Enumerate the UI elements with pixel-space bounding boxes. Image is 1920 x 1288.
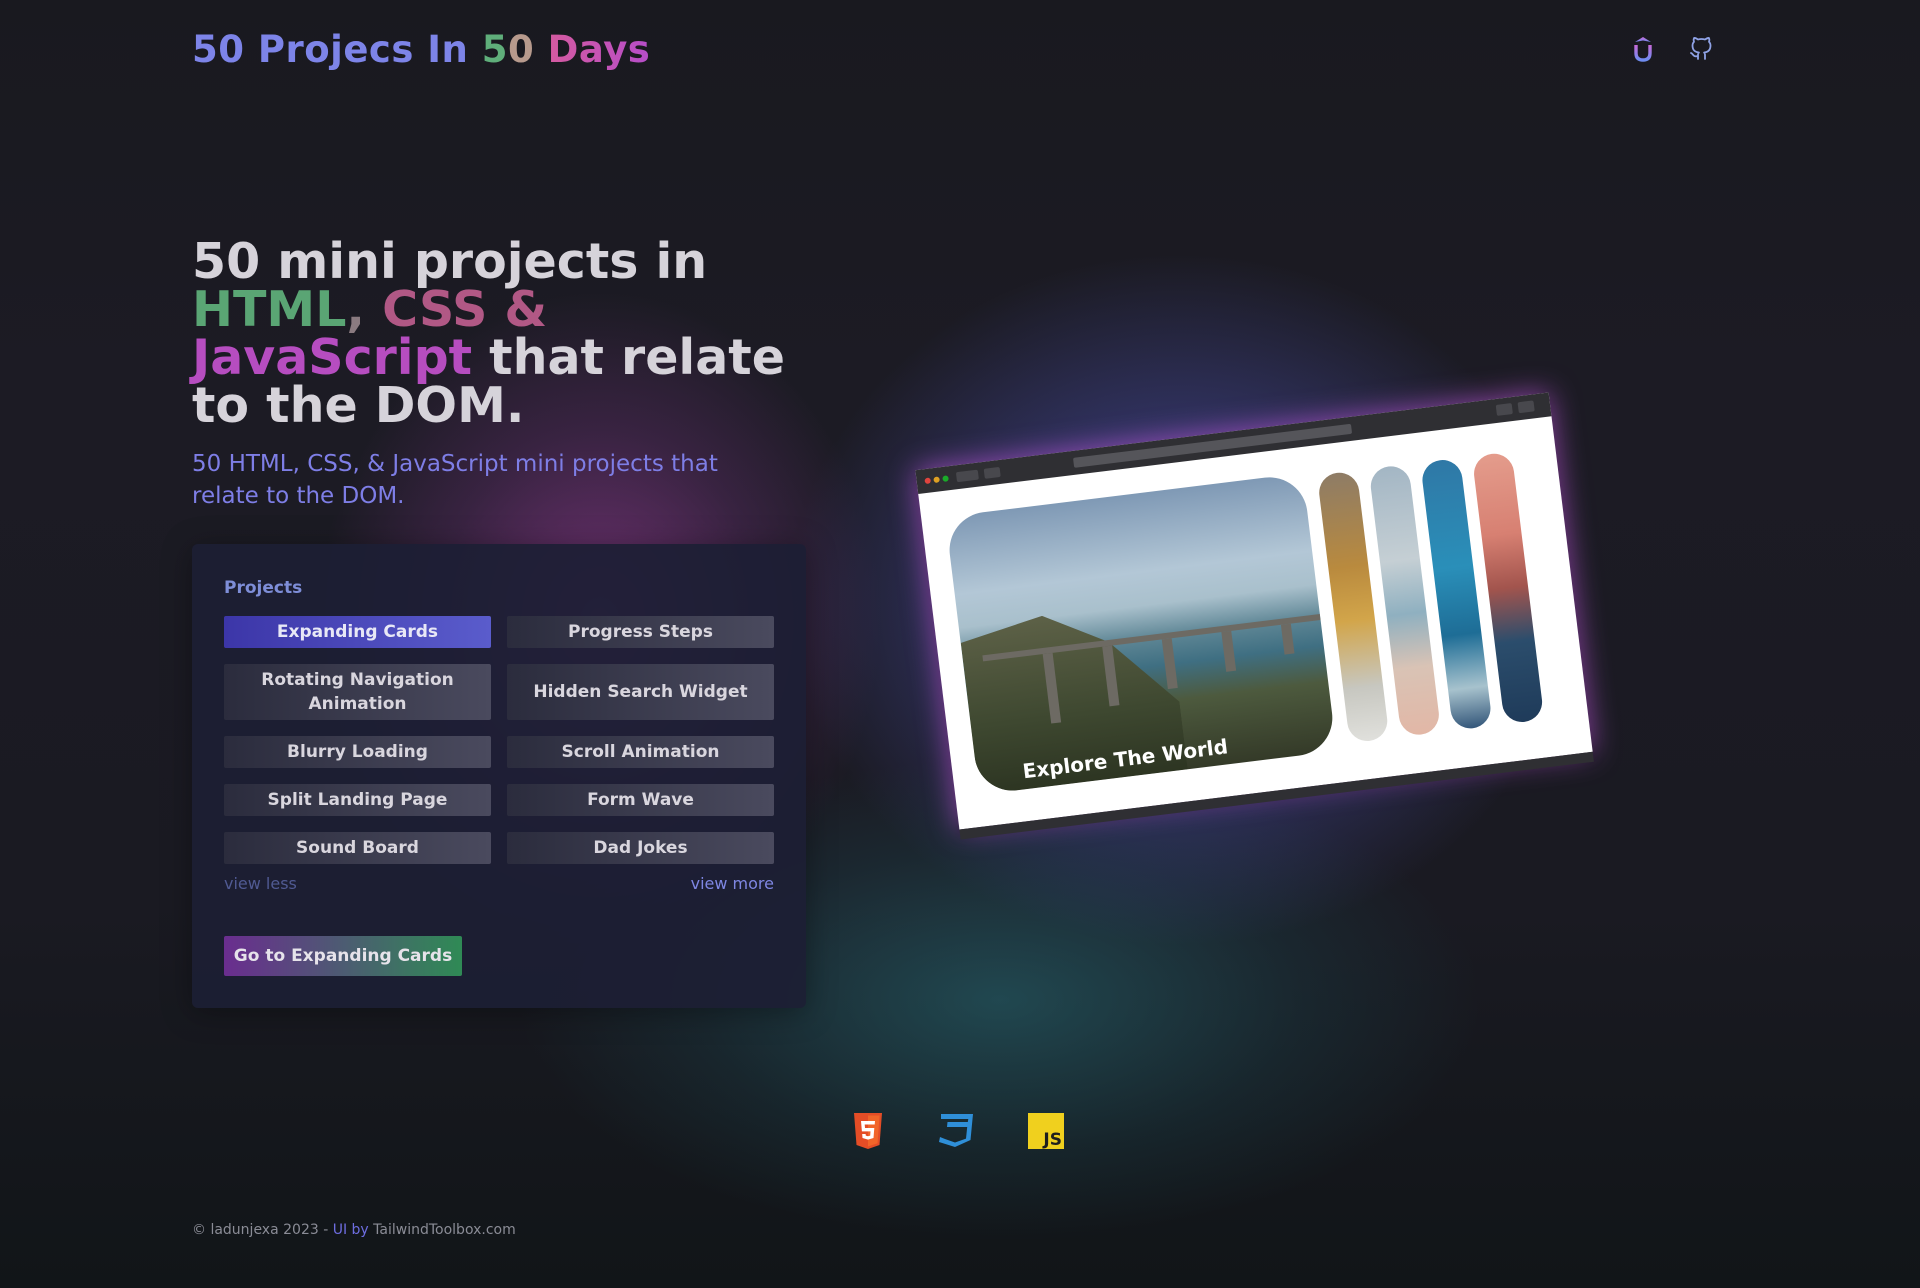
project-button-form-wave[interactable]: Form Wave: [507, 784, 774, 816]
html5-icon: [852, 1112, 884, 1150]
projects-grid: Expanding Cards Progress Steps Rotating …: [224, 616, 774, 864]
preview-expanded-card: Explore The World: [945, 473, 1337, 795]
tabs-icon: [1517, 400, 1535, 414]
logo-text-five: 5: [481, 28, 509, 71]
logo-text-zero: 0: [508, 28, 535, 71]
sidebar-toggle-icon: [983, 466, 1001, 479]
project-button-hidden-search[interactable]: Hidden Search Widget: [507, 664, 774, 720]
preview-url-bar: [1072, 423, 1353, 468]
view-more-link[interactable]: view more: [691, 874, 774, 893]
project-button-rotating-navigation[interactable]: Rotating Navigation Animation: [224, 664, 491, 720]
project-preview: Explore The World: [915, 392, 1594, 840]
javascript-icon: JS: [1028, 1113, 1064, 1149]
share-icon: [1495, 403, 1513, 416]
project-button-dad-jokes[interactable]: Dad Jokes: [507, 832, 774, 864]
logo-text-days: Days: [534, 28, 651, 71]
view-less-link[interactable]: view less: [224, 874, 297, 893]
maximize-dot-icon: [942, 475, 949, 482]
site-logo[interactable]: 50 Projecs In 50 Days: [192, 28, 650, 71]
project-button-expanding-cards[interactable]: Expanding Cards: [224, 616, 491, 648]
projects-panel: Projects Expanding Cards Progress Steps …: [192, 544, 806, 1008]
project-button-progress-steps[interactable]: Progress Steps: [507, 616, 774, 648]
hero-subtitle: 50 HTML, CSS, & JavaScript mini projects…: [192, 451, 718, 509]
back-forward-icon: [955, 469, 979, 483]
footer-copyright: © ladunjexa 2023 -: [192, 1222, 333, 1238]
header-links: [1630, 36, 1714, 62]
svg-text:JS: JS: [1042, 1130, 1062, 1149]
project-button-split-landing[interactable]: Split Landing Page: [224, 784, 491, 816]
project-button-sound-board[interactable]: Sound Board: [224, 832, 491, 864]
project-button-scroll-animation[interactable]: Scroll Animation: [507, 736, 774, 768]
hero-title: 50 mini projects in HTML, CSS & JavaScri…: [192, 237, 812, 430]
footer: © ladunjexa 2023 - UI by TailwindToolbox…: [192, 1222, 516, 1238]
project-button-blurry-loading[interactable]: Blurry Loading: [224, 736, 491, 768]
footer-ui-by: UI by: [332, 1222, 374, 1238]
close-dot-icon: [924, 477, 932, 485]
udemy-icon[interactable]: [1630, 36, 1656, 62]
projects-heading: Projects: [224, 578, 303, 598]
css3-icon: [935, 1112, 977, 1150]
tech-icons: JS: [852, 1112, 1064, 1150]
logo-text-main: 50 Projecs In: [192, 28, 482, 71]
github-icon[interactable]: [1688, 36, 1714, 62]
minimize-dot-icon: [933, 476, 940, 484]
go-to-project-button[interactable]: Go to Expanding Cards: [224, 936, 462, 976]
footer-toolbox-link[interactable]: TailwindToolbox.com: [373, 1222, 516, 1238]
